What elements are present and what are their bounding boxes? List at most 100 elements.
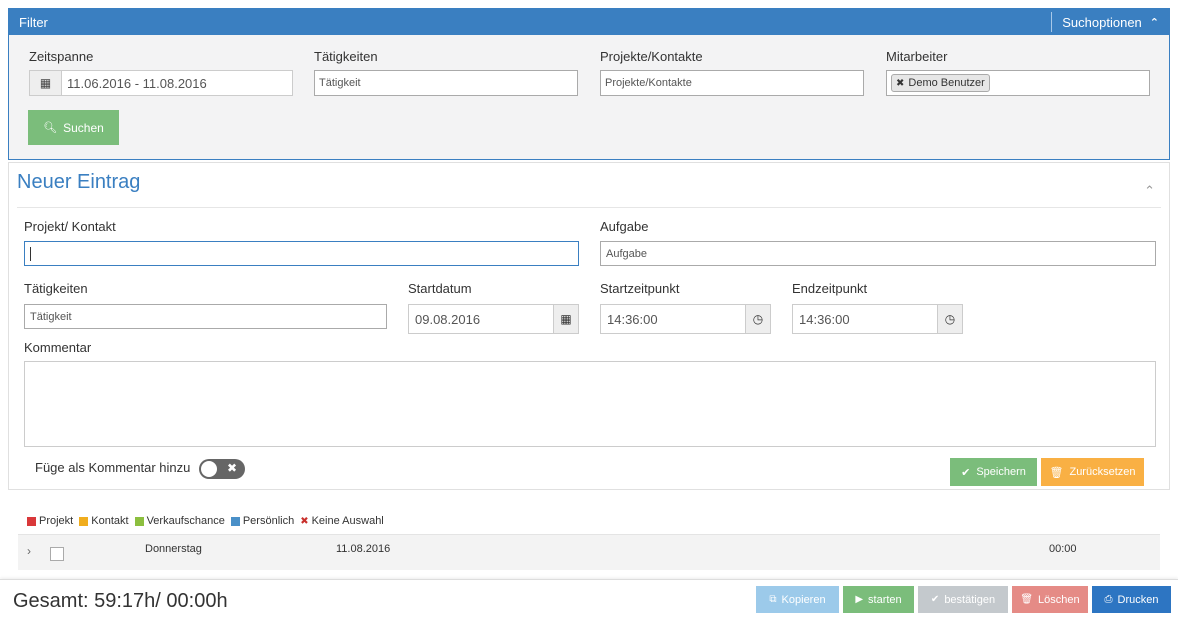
row-time: 00:00 [1049,543,1077,555]
calendar-icon[interactable]: ▦ [553,305,578,333]
aufgabe-placeholder: Aufgabe [606,247,647,260]
mitarbeiter-tag[interactable]: ✖ Demo Benutzer [891,74,990,92]
play-icon: ▶ [855,594,864,605]
startdatum-value: 09.08.2016 [415,311,481,327]
filter-projekte-label: Projekte/Kontakte [600,49,703,64]
printer-icon: ⎙ [1104,594,1113,605]
check-icon: ✔ [930,594,940,605]
aufgabe-input[interactable]: Aufgabe [600,241,1156,266]
zeitspanne-input[interactable]: ▦ 11.06.2016 - 11.08.2016 [29,70,293,96]
legend: Projekt Kontakt Verkaufschance Persönlic… [27,515,390,527]
legend-label: Kontakt [91,515,129,527]
calendar-icon[interactable]: ▦ [30,71,62,95]
filter-taetigkeiten-input[interactable]: Tätigkeit [314,70,578,96]
text-cursor [30,246,31,261]
print-button[interactable]: ⎙ Drucken [1092,586,1171,613]
filter-projekte-input[interactable]: Projekte/Kontakte [600,70,864,96]
start-button[interactable]: ▶ starten [843,586,914,613]
legend-swatch [230,516,240,526]
reset-button[interactable]: 🗑︎ Zurücksetzen [1041,458,1144,486]
projekt-input[interactable] [24,241,579,266]
legend-swatch [79,516,89,526]
zeitspanne-label: Zeitspanne [29,49,94,64]
start-button-label: starten [868,593,902,606]
total-time: Gesamt: 59:17h/ 00:00h [13,590,228,612]
new-entry-title: Neuer Eintrag [17,171,141,193]
toggle-knob [201,461,217,477]
kommentar-textarea[interactable] [24,361,1156,447]
print-button-label: Drucken [1117,593,1159,606]
row-checkbox[interactable] [50,547,64,561]
add-comment-label: Füge als Kommentar hinzu [35,460,191,475]
kommentar-label: Kommentar [24,340,92,355]
chevron-up-icon: ⌃ [1149,16,1159,29]
confirm-button-label: bestätigen [944,593,996,606]
legend-item-persoenlich: Persönlich [230,515,295,527]
copy-icon: ⧉ [769,594,777,605]
close-icon: ✖ [226,461,237,475]
trash-icon: 🗑︎ [1049,466,1064,479]
legend-swatch [27,516,36,526]
copy-button-label: Kopieren [781,593,826,606]
legend-label: Keine Auswahl [311,515,384,527]
filter-taetigkeiten-label: Tätigkeiten [314,49,378,64]
add-comment-toggle[interactable]: ✖ [199,459,245,479]
endzeit-value: 14:36:00 [799,311,850,327]
entry-taetigkeiten-input[interactable]: Tätigkeit [24,304,387,329]
filter-taetigkeiten-placeholder: Tätigkeit [319,77,361,89]
search-button-label: Suchen [63,120,104,135]
clock-icon[interactable]: ◷ [937,305,962,333]
search-options-toggle[interactable]: Suchoptionen ⌃ [1051,9,1159,35]
chevron-right-icon[interactable]: › [27,544,31,558]
startzeit-label: Startzeitpunkt [600,281,680,296]
startzeit-value: 14:36:00 [607,311,658,327]
filter-panel: Filter Suchoptionen ⌃ Zeitspanne ▦ 11.06… [8,8,1170,160]
cross-icon: ✖ [300,515,309,527]
save-button-label: Speichern [976,466,1026,478]
startdatum-input[interactable]: 09.08.2016 ▦ [408,304,579,334]
projekt-label: Projekt/ Kontakt [24,219,116,234]
entry-taetigkeiten-label: Tätigkeiten [24,281,88,296]
reset-button-label: Zurücksetzen [1069,466,1136,478]
divider [17,207,1161,208]
confirm-button[interactable]: ✔ bestätigen [918,586,1008,613]
search-options-label: Suchoptionen [1062,14,1142,30]
legend-label: Projekt [39,515,74,527]
entry-taetigkeiten-placeholder: Tätigkeit [30,310,72,323]
table-row[interactable]: › Donnerstag 11.08.2016 00:00 [18,534,1160,570]
header-separator [1051,12,1053,32]
save-button[interactable]: ✔ Speichern [950,458,1037,486]
zeitspanne-value: 11.06.2016 - 11.08.2016 [67,75,207,91]
search-icon: 🔍︎ [43,122,58,134]
check-icon: ✔ [961,466,971,479]
startdatum-label: Startdatum [408,281,472,296]
legend-item-projekt: Projekt [27,515,73,527]
filter-title: Filter [19,14,48,30]
mitarbeiter-input[interactable]: ✖ Demo Benutzer [886,70,1150,96]
chevron-up-icon[interactable]: ⌃ [1144,183,1155,199]
legend-swatch [134,516,144,526]
legend-item-keine-auswahl: ✖ Keine Auswahl [300,515,384,527]
legend-item-verkaufschance: Verkaufschance [134,515,225,527]
remove-tag-icon[interactable]: ✖ [896,78,904,89]
delete-button[interactable]: 🗑︎ Löschen [1012,586,1088,613]
mitarbeiter-label: Mitarbeiter [886,49,948,64]
row-day: Donnerstag [145,543,202,555]
mitarbeiter-tag-label: Demo Benutzer [908,77,985,89]
endzeit-input[interactable]: 14:36:00 ◷ [792,304,963,334]
footer-bar: Gesamt: 59:17h/ 00:00h ⧉ Kopieren ▶ star… [0,579,1178,619]
legend-item-kontakt: Kontakt [79,515,129,527]
legend-label: Verkaufschance [146,515,225,527]
filter-projekte-placeholder: Projekte/Kontakte [605,77,692,89]
endzeit-label: Endzeitpunkt [792,281,868,296]
aufgabe-label: Aufgabe [600,219,649,234]
delete-button-label: Löschen [1038,593,1080,606]
search-button[interactable]: 🔍︎ Suchen [28,110,119,145]
trash-icon: 🗑︎ [1020,594,1034,605]
legend-label: Persönlich [242,515,295,527]
row-date: 11.08.2016 [336,543,391,555]
copy-button[interactable]: ⧉ Kopieren [756,586,839,613]
filter-header: Filter Suchoptionen ⌃ [9,9,1169,35]
clock-icon[interactable]: ◷ [745,305,770,333]
startzeit-input[interactable]: 14:36:00 ◷ [600,304,771,334]
